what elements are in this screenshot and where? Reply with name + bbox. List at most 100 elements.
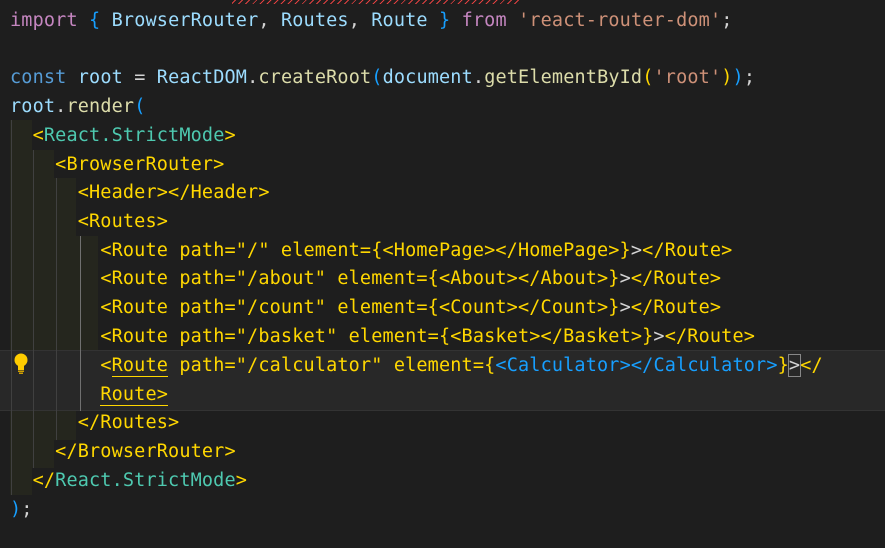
code-token: <Calculator></Calculator>	[495, 355, 778, 376]
code-line[interactable]: <React.StrictMode>	[0, 121, 885, 150]
code-token: </Route>	[642, 240, 733, 261]
code-token: createRoot	[258, 67, 372, 88]
code-token: <Route path="/basket" element={<Basket><…	[100, 326, 654, 347]
code-token: 'root'	[653, 67, 722, 88]
code-token: ,	[258, 10, 281, 31]
code-text: <Route path="/calculator" element={<Calc…	[10, 351, 823, 380]
code-token: </	[800, 355, 823, 376]
code-text: </BrowserRouter>	[10, 437, 236, 466]
code-token: root	[77, 67, 123, 88]
code-text: <Header></Header>	[10, 178, 270, 207]
code-token: >	[156, 384, 169, 406]
code-token: 'react-router-dom'	[518, 10, 722, 31]
code-text: </React.StrictMode>	[10, 466, 247, 495]
code-line[interactable]: </BrowserRouter>	[0, 437, 885, 466]
code-token: <Routes>	[77, 211, 169, 232]
code-token: from	[461, 10, 507, 31]
code-token: <BrowserRouter>	[55, 154, 225, 175]
code-token: .	[247, 67, 259, 88]
code-token: <	[32, 125, 44, 146]
code-token: >	[653, 326, 665, 347]
code-token: </Route>	[630, 297, 722, 318]
code-token: BrowserRouter	[111, 10, 259, 31]
code-line[interactable]	[0, 35, 885, 64]
code-line[interactable]: root.render(	[0, 92, 885, 121]
code-token: ;	[721, 10, 733, 31]
code-token: ;	[743, 67, 756, 88]
code-text: );	[10, 495, 33, 524]
code-token: ;	[21, 499, 33, 520]
code-token: =	[122, 67, 157, 88]
code-line[interactable]: import { BrowserRouter, Routes, Route } …	[0, 6, 885, 35]
code-text: </Routes>	[10, 408, 179, 437]
code-text: <BrowserRouter>	[10, 150, 224, 179]
code-token: Route	[371, 10, 428, 31]
code-line[interactable]: <BrowserRouter>	[0, 150, 885, 179]
code-token: (	[371, 67, 383, 88]
code-token: </Route>	[630, 268, 722, 289]
code-token: </BrowserRouter>	[55, 441, 236, 462]
code-token: {	[89, 10, 101, 31]
code-editor[interactable]: import { BrowserRouter, Routes, Route } …	[0, 0, 885, 548]
code-token: <Route path="/" element={<HomePage></Hom…	[100, 240, 631, 261]
code-line[interactable]: </Routes>	[0, 408, 885, 437]
code-text: <Route path="/about" element={<About></A…	[10, 264, 721, 293]
code-line[interactable]: Route>	[0, 380, 885, 409]
code-token: )	[721, 67, 733, 88]
lightbulb-icon[interactable]	[13, 353, 29, 375]
code-token: ReactDOM	[156, 67, 248, 88]
code-token: </	[32, 470, 56, 491]
code-token: const	[10, 67, 67, 88]
code-line[interactable]: );	[0, 495, 885, 524]
code-text: <Routes>	[10, 207, 168, 236]
code-token: React.StrictMode	[55, 470, 236, 491]
code-token: >	[630, 240, 643, 261]
code-line[interactable]: const root = ReactDOM.createRoot(documen…	[0, 63, 885, 92]
code-line[interactable]: <Route path="/basket" element={<Basket><…	[0, 322, 885, 351]
code-token: )	[732, 67, 744, 88]
code-line[interactable]: <Routes>	[0, 207, 885, 236]
code-token: document	[382, 67, 473, 88]
code-token: >	[224, 125, 236, 146]
code-text: <Route path="/basket" element={<Basket><…	[10, 322, 755, 351]
code-line[interactable]: </React.StrictMode>	[0, 466, 885, 495]
code-text: <React.StrictMode>	[10, 121, 236, 150]
code-token: )	[10, 499, 22, 520]
code-line[interactable]: <Route path="/calculator" element={<Calc…	[0, 351, 885, 380]
code-line[interactable]: <Header></Header>	[0, 178, 885, 207]
code-text: <Route path="/" element={<HomePage></Hom…	[10, 236, 732, 265]
code-text: root.render(	[10, 92, 145, 121]
code-line[interactable]: <Route path="/about" element={<About></A…	[0, 264, 885, 293]
code-token: path="/calculator" element={	[168, 355, 496, 376]
code-token: </Route>	[664, 326, 756, 347]
code-token: (	[134, 96, 146, 117]
code-token: render	[66, 96, 135, 117]
code-line[interactable]: <Route path="/" element={<HomePage></Hom…	[0, 236, 885, 265]
code-token: <Route path="/count" element={<Count></C…	[100, 297, 620, 318]
code-token: </Routes>	[77, 412, 180, 433]
code-token: <Route path="/about" element={<About></A…	[100, 268, 620, 289]
code-token: >	[619, 268, 631, 289]
code-token: }	[777, 355, 789, 376]
code-token: root	[10, 96, 56, 117]
code-token: React.StrictMode	[43, 125, 225, 146]
code-text: import { BrowserRouter, Routes, Route } …	[10, 6, 733, 35]
code-line[interactable]: <Route path="/count" element={<Count></C…	[0, 293, 885, 322]
code-token: getElementById	[484, 67, 643, 88]
code-token: (	[642, 67, 654, 88]
